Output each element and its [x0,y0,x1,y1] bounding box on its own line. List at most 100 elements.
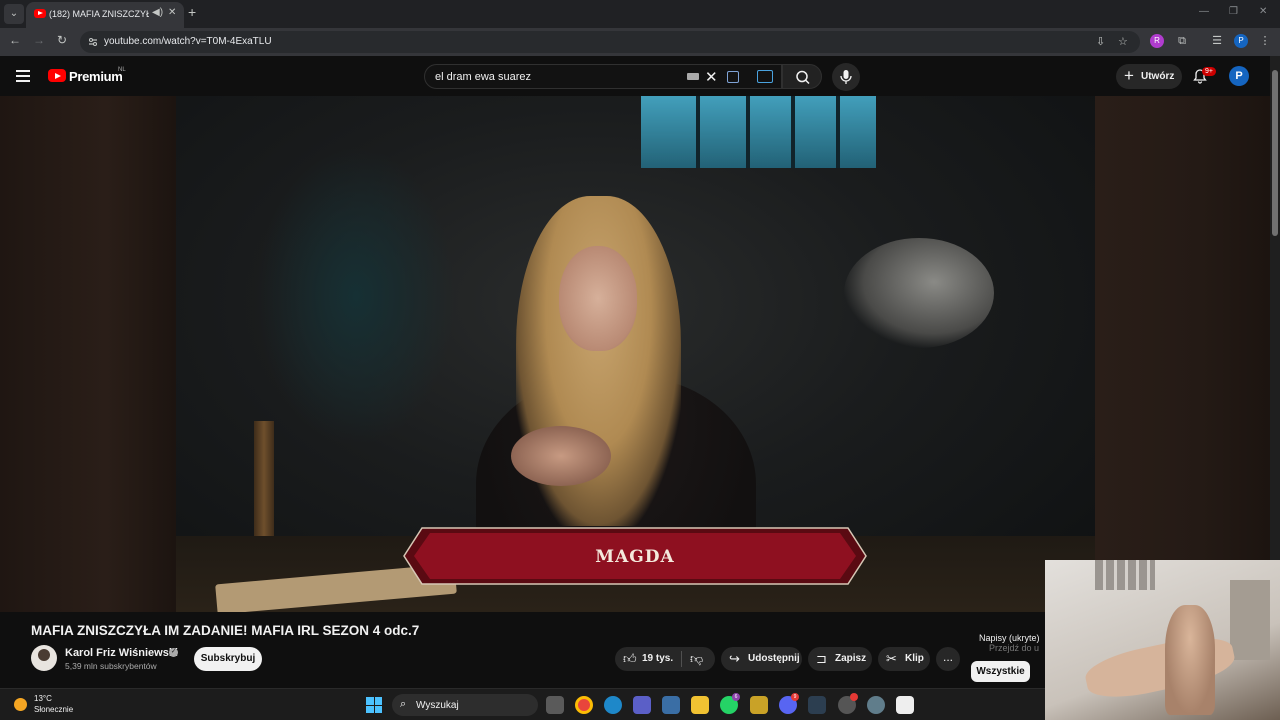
notification-count-badge: 9+ [1202,67,1216,76]
reload-icon[interactable]: ↻ [57,33,67,47]
verified-check-icon: ✓ [169,648,178,657]
extension-icon[interactable]: R [1150,34,1164,48]
address-bar[interactable]: youtube.com/watch?v=T0M-4ExaTLU ⇩ ☆ [80,31,1140,53]
create-button[interactable]: + Utwórz [1116,64,1182,89]
thumbs-up-icon[interactable]: 👍︎ [623,651,637,667]
profile-avatar-icon[interactable]: P [1234,34,1248,48]
audio-playing-icon[interactable]: ◀) [152,7,163,18]
reading-list-icon[interactable]: ☰ [1210,34,1224,48]
plus-icon: + [1124,66,1134,85]
windows-taskbar: 13°C Słonecznie ⌕ Wyszukaj 6 9 [0,688,1045,720]
weather-temperature[interactable]: 13°C [34,694,52,703]
bookmark-icon: ⊐ [816,651,827,666]
search-button[interactable] [782,64,822,89]
youtube-logo-icon[interactable] [48,69,66,82]
like-count[interactable]: 19 tys. [642,653,673,664]
like-dislike-group: 👍︎ 19 tys. 👎︎ [615,647,715,671]
webcam-overlay [1045,560,1280,720]
filter-chip-all[interactable]: Wszystkie [971,661,1030,682]
extensions-puzzle-icon[interactable]: ⧉ [1175,34,1189,48]
site-info-icon[interactable] [87,36,99,48]
webcam-shelf [1230,580,1270,660]
captions-status: Napisy (ukryte) [979,633,1040,643]
new-tab-icon[interactable]: + [188,4,196,20]
desk-lamp [844,238,994,348]
browser-toolbar: ← → ↻ youtube.com/watch?v=T0M-4ExaTLU ⇩ … [0,28,1280,56]
recording-badge [850,693,858,701]
taskbar-search[interactable]: ⌕ Wyszukaj [392,694,538,716]
tab-search-button[interactable]: ⌄ [4,4,24,24]
tab-title: (182) MAFIA ZNISZCZYŁA IM ZADANIE! MAFIA… [49,9,149,19]
like-divider [681,651,682,667]
youtube-favicon-icon [34,9,46,18]
search-input[interactable]: el dram ewa suarez ✕ [424,64,782,89]
webcam-wall-photos [1095,560,1155,590]
sun-icon[interactable] [14,698,27,711]
settings-app-icon[interactable] [867,696,885,714]
search-query: el dram ewa suarez [435,71,531,83]
subscribe-button[interactable]: Subskrybuj [194,647,262,671]
app-icon[interactable] [808,696,826,714]
background-window [641,96,876,168]
teams-app-icon[interactable] [633,696,651,714]
name-banner: MAGDA [402,526,868,586]
video-player[interactable]: MAGDA [0,96,1270,612]
subscriber-count: 5,39 mln subskrybentów [65,661,157,671]
league-app-icon[interactable] [750,696,768,714]
back-icon[interactable]: ← [9,33,21,47]
clear-search-icon[interactable]: ✕ [705,68,718,86]
file-explorer-icon[interactable] [691,696,709,714]
taskbar-search-label: Wyszukaj [416,700,459,711]
save-label: Zapisz [835,653,867,664]
scissors-icon: ✂ [886,651,897,666]
discord-badge: 9 [791,693,799,701]
close-window-icon[interactable]: ✕ [1259,6,1267,17]
channel-name[interactable]: Karol Friz Wiśniewski [65,647,178,659]
install-app-icon[interactable]: ⇩ [1096,35,1105,48]
edge-app-icon[interactable] [604,696,622,714]
clip-label: Klip [905,653,924,664]
share-button[interactable]: ↪ Udostępnij [721,647,802,671]
ambient-right [1095,96,1270,612]
windows-start-icon[interactable] [366,697,382,713]
clip-button[interactable]: ✂ Klip [878,647,930,671]
create-label: Utwórz [1141,71,1175,82]
bookmark-star-icon[interactable]: ☆ [1118,35,1128,48]
thumbs-down-icon[interactable]: 👎︎ [690,651,703,667]
browser-tab-youtube[interactable]: (182) MAFIA ZNISZCZYŁA IM ZADANIE! MAFIA… [26,2,184,28]
close-tab-icon[interactable]: ✕ [168,7,176,18]
background-wall [256,146,456,446]
task-view-icon[interactable] [546,696,564,714]
person-hands [511,426,611,486]
save-button[interactable]: ⊐ Zapisz [808,647,872,671]
account-avatar[interactable]: P [1229,66,1249,86]
forward-icon[interactable]: → [33,33,45,47]
country-code: NL [118,67,126,73]
restore-icon[interactable]: ❐ [1229,6,1238,17]
translate-extension-icon[interactable] [727,71,739,83]
search-icon [796,70,810,85]
hourglass [254,421,274,551]
browser-tab-strip: ⌄ (182) MAFIA ZNISZCZYŁA IM ZADANIE! MAF… [0,0,1280,28]
channel-avatar[interactable] [31,645,57,671]
captions-hint: Przejdź do u [989,643,1040,653]
more-actions-button[interactable]: ... [936,647,960,671]
hamburger-menu-icon[interactable] [16,70,30,82]
voice-search-button[interactable] [832,63,860,91]
video-title: MAFIA ZNISZCZYŁA IM ZADANIE! MAFIA IRL S… [31,623,420,638]
weather-description[interactable]: Słonecznie [34,705,73,714]
search-extension-icon[interactable] [757,70,773,83]
chrome-app-icon[interactable] [575,696,593,714]
share-icon: ↪ [729,651,740,666]
keyboard-icon[interactable] [687,73,699,80]
ambient-left [0,96,176,612]
banner-name: MAGDA [595,547,675,567]
youtube-premium-logo[interactable]: Premium [69,69,123,84]
minimize-icon[interactable]: — [1199,6,1209,17]
app-icon-white[interactable] [896,696,914,714]
youtube-header: Premium NL el dram ewa suarez ✕ + Utwórz… [0,56,1280,96]
chrome-menu-icon[interactable]: ⋮ [1258,34,1272,48]
whatsapp-badge: 6 [732,693,740,701]
scrollbar-thumb[interactable] [1272,70,1278,236]
store-app-icon[interactable] [662,696,680,714]
